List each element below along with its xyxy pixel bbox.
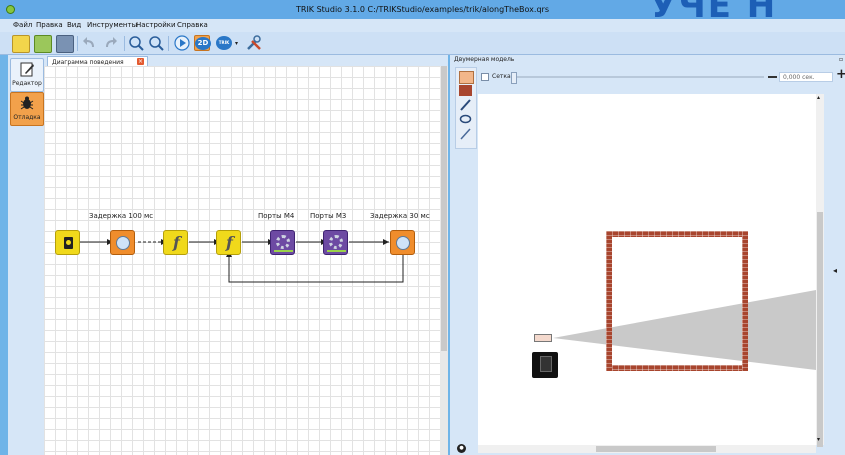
model-vertical-scrollbar[interactable]: ▴ ▾ xyxy=(816,94,824,447)
model-scene[interactable] xyxy=(478,94,816,445)
2d-model-icon[interactable]: 2D xyxy=(194,35,211,51)
initial-node[interactable] xyxy=(55,230,80,255)
timer-block-1[interactable] xyxy=(110,230,135,255)
timer-block-1-label: Задержка 100 мс xyxy=(89,212,154,220)
timer-block-2-label: Задержка 30 мс xyxy=(370,212,430,220)
pencil-tool-icon[interactable] xyxy=(459,128,472,140)
collapse-arrow-icon[interactable]: ◂ xyxy=(833,266,837,275)
zoom-out-icon[interactable] xyxy=(148,35,164,51)
diagram-canvas[interactable]: Задержка 100 мс f f Порты M4 Порты M3 За… xyxy=(44,66,440,455)
speed-slider[interactable] xyxy=(514,76,764,78)
undo-icon[interactable] xyxy=(82,35,98,51)
open-icon[interactable] xyxy=(34,35,52,53)
function-block-2[interactable]: f xyxy=(216,230,241,255)
chevron-down-icon[interactable]: ▾ xyxy=(235,40,238,47)
menu-view[interactable]: Вид xyxy=(67,21,81,29)
close-icon[interactable]: × xyxy=(137,58,144,65)
grid-checkbox[interactable] xyxy=(481,73,489,81)
menu-help[interactable]: Справка xyxy=(177,21,208,29)
wall-top[interactable] xyxy=(606,231,748,237)
zoom-in-icon[interactable] xyxy=(128,35,144,51)
toolbar-separator xyxy=(77,36,78,51)
plus-icon[interactable]: + xyxy=(836,67,845,82)
wall-left[interactable] xyxy=(606,231,612,371)
save-icon[interactable] xyxy=(56,35,74,53)
motors-block-1-label: Порты M4 xyxy=(258,212,295,220)
menu-bar: Файл Правка Вид Инструменты Настройки Сп… xyxy=(0,19,845,32)
line-tool-icon[interactable] xyxy=(459,99,472,111)
debug-mode-label: Отладка xyxy=(13,114,41,121)
diagram-vertical-scrollbar[interactable] xyxy=(440,66,448,455)
toolbar: 2D TRIK ▾ xyxy=(0,32,845,55)
diagram-links xyxy=(80,239,404,283)
timer-block-2[interactable] xyxy=(390,230,415,255)
gear-icon xyxy=(329,235,343,249)
trik-icon[interactable]: TRIK xyxy=(216,35,232,51)
ellipse-tool-icon[interactable] xyxy=(459,113,472,125)
slider-handle[interactable] xyxy=(511,72,517,84)
grid-label: Сетка xyxy=(492,73,511,80)
toolbar-separator xyxy=(168,36,169,51)
distance-sensor[interactable] xyxy=(534,334,552,342)
menu-settings[interactable]: Настройки xyxy=(136,21,176,29)
motors-block-2[interactable] xyxy=(323,230,348,255)
motors-block-2-label: Порты M3 xyxy=(310,212,347,220)
diagram-tabs: Диаграмма поведения робота × xyxy=(44,55,448,73)
menu-edit[interactable]: Правка xyxy=(36,21,63,29)
sensor-beam xyxy=(553,290,816,370)
wall-bottom[interactable] xyxy=(606,365,748,371)
wall-right[interactable] xyxy=(742,231,748,371)
start-icon xyxy=(64,237,73,249)
time-field[interactable]: 0,000 сек. xyxy=(779,72,833,82)
arrow-icon xyxy=(274,250,293,252)
model-horizontal-scrollbar[interactable] xyxy=(478,445,816,453)
scroll-down-icon[interactable]: ▾ xyxy=(817,436,820,443)
camera-icon[interactable]: ● xyxy=(457,444,466,453)
panel-restore-icon[interactable]: ▫ xyxy=(839,56,843,63)
toolbar-separator xyxy=(124,36,125,51)
trik-label: TRIK xyxy=(216,36,232,50)
scroll-up-icon[interactable]: ▴ xyxy=(817,94,820,101)
loop-link xyxy=(228,255,404,283)
scrollbar-thumb[interactable] xyxy=(817,212,823,447)
settings-icon[interactable] xyxy=(246,35,262,51)
scrollbar-thumb[interactable] xyxy=(441,66,447,351)
wall-tool-icon[interactable] xyxy=(459,71,474,84)
model-scene-graphics xyxy=(553,290,816,370)
debug-bug-icon xyxy=(20,96,34,110)
brick-tool-icon[interactable] xyxy=(459,85,472,96)
gear-icon xyxy=(276,235,290,249)
menu-file[interactable]: Файл xyxy=(13,21,32,29)
function-icon: f xyxy=(173,233,180,252)
new-icon[interactable] xyxy=(12,35,30,53)
function-icon: f xyxy=(226,233,233,252)
redo-icon[interactable] xyxy=(102,35,118,51)
arrow-icon xyxy=(327,250,346,252)
model-options-row: Сетка 0,000 сек. + xyxy=(478,67,845,84)
robot[interactable] xyxy=(532,352,558,378)
title-bar: TRIK Studio 3.1.0 C:/TRIKStudio/examples… xyxy=(0,0,845,26)
2d-model-label: 2D xyxy=(195,37,211,50)
editor-mode-label: Редактор xyxy=(12,80,42,87)
timer-icon xyxy=(396,236,410,250)
edit-icon xyxy=(20,62,34,77)
editor-mode-button[interactable]: Редактор xyxy=(10,58,44,92)
motors-block-1[interactable] xyxy=(270,230,295,255)
run-icon[interactable] xyxy=(174,35,190,51)
debug-mode-button[interactable]: Отладка xyxy=(10,92,44,126)
robot-screen xyxy=(540,356,552,372)
model-tools xyxy=(455,67,477,149)
minus-icon[interactable] xyxy=(768,76,777,78)
mode-bar: Редактор Отладка xyxy=(8,55,44,455)
scrollbar-thumb[interactable] xyxy=(596,446,716,452)
model-panel-title: Двумерная модель xyxy=(454,56,515,63)
timer-icon xyxy=(116,236,130,250)
menu-tools[interactable]: Инструменты xyxy=(87,21,137,29)
function-block-1[interactable]: f xyxy=(163,230,188,255)
